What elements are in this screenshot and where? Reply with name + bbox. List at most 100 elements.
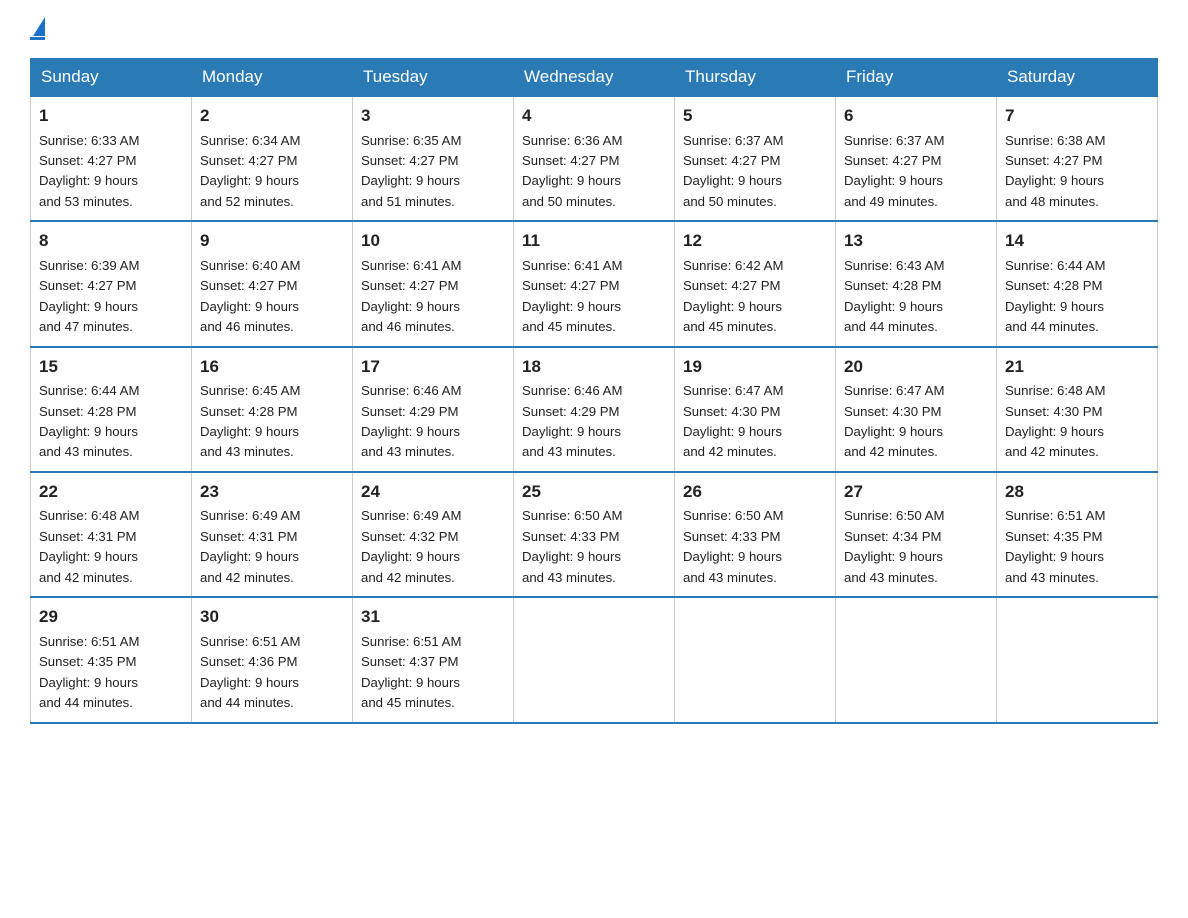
day-number: 9 [200,228,344,254]
day-info: Sunrise: 6:40 AMSunset: 4:27 PMDaylight:… [200,258,300,334]
day-info: Sunrise: 6:33 AMSunset: 4:27 PMDaylight:… [39,133,139,209]
calendar-cell: 29 Sunrise: 6:51 AMSunset: 4:35 PMDaylig… [31,597,192,722]
day-info: Sunrise: 6:51 AMSunset: 4:36 PMDaylight:… [200,634,300,710]
day-number: 10 [361,228,505,254]
day-info: Sunrise: 6:50 AMSunset: 4:33 PMDaylight:… [683,508,783,584]
day-info: Sunrise: 6:44 AMSunset: 4:28 PMDaylight:… [39,383,139,459]
day-number: 31 [361,604,505,630]
day-info: Sunrise: 6:36 AMSunset: 4:27 PMDaylight:… [522,133,622,209]
day-info: Sunrise: 6:51 AMSunset: 4:37 PMDaylight:… [361,634,461,710]
day-number: 20 [844,354,988,380]
calendar-cell: 16 Sunrise: 6:45 AMSunset: 4:28 PMDaylig… [192,347,353,472]
page-header [30,20,1158,40]
day-number: 27 [844,479,988,505]
calendar-cell: 12 Sunrise: 6:42 AMSunset: 4:27 PMDaylig… [675,221,836,346]
calendar-cell: 14 Sunrise: 6:44 AMSunset: 4:28 PMDaylig… [997,221,1158,346]
day-number: 8 [39,228,183,254]
day-info: Sunrise: 6:41 AMSunset: 4:27 PMDaylight:… [522,258,622,334]
col-header-tuesday: Tuesday [353,59,514,97]
day-number: 16 [200,354,344,380]
day-info: Sunrise: 6:46 AMSunset: 4:29 PMDaylight:… [361,383,461,459]
day-info: Sunrise: 6:44 AMSunset: 4:28 PMDaylight:… [1005,258,1105,334]
day-number: 14 [1005,228,1149,254]
calendar-cell: 22 Sunrise: 6:48 AMSunset: 4:31 PMDaylig… [31,472,192,597]
day-info: Sunrise: 6:49 AMSunset: 4:31 PMDaylight:… [200,508,300,584]
logo [30,20,45,40]
calendar-cell: 8 Sunrise: 6:39 AMSunset: 4:27 PMDayligh… [31,221,192,346]
day-number: 1 [39,103,183,129]
day-number: 30 [200,604,344,630]
calendar-cell: 26 Sunrise: 6:50 AMSunset: 4:33 PMDaylig… [675,472,836,597]
day-info: Sunrise: 6:46 AMSunset: 4:29 PMDaylight:… [522,383,622,459]
calendar-cell: 11 Sunrise: 6:41 AMSunset: 4:27 PMDaylig… [514,221,675,346]
calendar-cell: 6 Sunrise: 6:37 AMSunset: 4:27 PMDayligh… [836,96,997,221]
day-info: Sunrise: 6:50 AMSunset: 4:33 PMDaylight:… [522,508,622,584]
day-info: Sunrise: 6:39 AMSunset: 4:27 PMDaylight:… [39,258,139,334]
calendar-cell: 27 Sunrise: 6:50 AMSunset: 4:34 PMDaylig… [836,472,997,597]
day-info: Sunrise: 6:48 AMSunset: 4:30 PMDaylight:… [1005,383,1105,459]
calendar-cell: 21 Sunrise: 6:48 AMSunset: 4:30 PMDaylig… [997,347,1158,472]
calendar-cell: 30 Sunrise: 6:51 AMSunset: 4:36 PMDaylig… [192,597,353,722]
calendar-cell: 31 Sunrise: 6:51 AMSunset: 4:37 PMDaylig… [353,597,514,722]
day-number: 4 [522,103,666,129]
day-number: 22 [39,479,183,505]
day-info: Sunrise: 6:43 AMSunset: 4:28 PMDaylight:… [844,258,944,334]
calendar-cell: 28 Sunrise: 6:51 AMSunset: 4:35 PMDaylig… [997,472,1158,597]
logo-arrow-icon [33,17,45,36]
day-info: Sunrise: 6:42 AMSunset: 4:27 PMDaylight:… [683,258,783,334]
day-info: Sunrise: 6:37 AMSunset: 4:27 PMDaylight:… [844,133,944,209]
day-number: 29 [39,604,183,630]
day-number: 26 [683,479,827,505]
calendar-header-row: SundayMondayTuesdayWednesdayThursdayFrid… [31,59,1158,97]
col-header-friday: Friday [836,59,997,97]
day-number: 13 [844,228,988,254]
day-info: Sunrise: 6:37 AMSunset: 4:27 PMDaylight:… [683,133,783,209]
calendar-cell [997,597,1158,722]
day-number: 25 [522,479,666,505]
calendar-cell: 13 Sunrise: 6:43 AMSunset: 4:28 PMDaylig… [836,221,997,346]
calendar-cell: 2 Sunrise: 6:34 AMSunset: 4:27 PMDayligh… [192,96,353,221]
day-number: 18 [522,354,666,380]
day-number: 7 [1005,103,1149,129]
day-number: 6 [844,103,988,129]
day-number: 17 [361,354,505,380]
day-number: 19 [683,354,827,380]
col-header-monday: Monday [192,59,353,97]
col-header-thursday: Thursday [675,59,836,97]
day-info: Sunrise: 6:51 AMSunset: 4:35 PMDaylight:… [1005,508,1105,584]
col-header-wednesday: Wednesday [514,59,675,97]
calendar-week-row: 29 Sunrise: 6:51 AMSunset: 4:35 PMDaylig… [31,597,1158,722]
calendar-week-row: 22 Sunrise: 6:48 AMSunset: 4:31 PMDaylig… [31,472,1158,597]
day-number: 23 [200,479,344,505]
day-info: Sunrise: 6:48 AMSunset: 4:31 PMDaylight:… [39,508,139,584]
calendar-table: SundayMondayTuesdayWednesdayThursdayFrid… [30,58,1158,724]
day-info: Sunrise: 6:41 AMSunset: 4:27 PMDaylight:… [361,258,461,334]
day-number: 15 [39,354,183,380]
day-info: Sunrise: 6:38 AMSunset: 4:27 PMDaylight:… [1005,133,1105,209]
day-info: Sunrise: 6:51 AMSunset: 4:35 PMDaylight:… [39,634,139,710]
logo-underline [30,37,45,40]
day-number: 3 [361,103,505,129]
calendar-cell: 25 Sunrise: 6:50 AMSunset: 4:33 PMDaylig… [514,472,675,597]
day-number: 5 [683,103,827,129]
calendar-cell: 24 Sunrise: 6:49 AMSunset: 4:32 PMDaylig… [353,472,514,597]
calendar-week-row: 1 Sunrise: 6:33 AMSunset: 4:27 PMDayligh… [31,96,1158,221]
day-info: Sunrise: 6:45 AMSunset: 4:28 PMDaylight:… [200,383,300,459]
day-number: 28 [1005,479,1149,505]
calendar-week-row: 15 Sunrise: 6:44 AMSunset: 4:28 PMDaylig… [31,347,1158,472]
day-number: 2 [200,103,344,129]
day-info: Sunrise: 6:47 AMSunset: 4:30 PMDaylight:… [683,383,783,459]
calendar-cell: 4 Sunrise: 6:36 AMSunset: 4:27 PMDayligh… [514,96,675,221]
calendar-week-row: 8 Sunrise: 6:39 AMSunset: 4:27 PMDayligh… [31,221,1158,346]
calendar-cell [514,597,675,722]
day-info: Sunrise: 6:35 AMSunset: 4:27 PMDaylight:… [361,133,461,209]
day-info: Sunrise: 6:49 AMSunset: 4:32 PMDaylight:… [361,508,461,584]
calendar-cell: 10 Sunrise: 6:41 AMSunset: 4:27 PMDaylig… [353,221,514,346]
day-number: 24 [361,479,505,505]
day-number: 11 [522,228,666,254]
calendar-cell: 1 Sunrise: 6:33 AMSunset: 4:27 PMDayligh… [31,96,192,221]
day-info: Sunrise: 6:34 AMSunset: 4:27 PMDaylight:… [200,133,300,209]
calendar-cell: 9 Sunrise: 6:40 AMSunset: 4:27 PMDayligh… [192,221,353,346]
calendar-cell: 5 Sunrise: 6:37 AMSunset: 4:27 PMDayligh… [675,96,836,221]
col-header-sunday: Sunday [31,59,192,97]
